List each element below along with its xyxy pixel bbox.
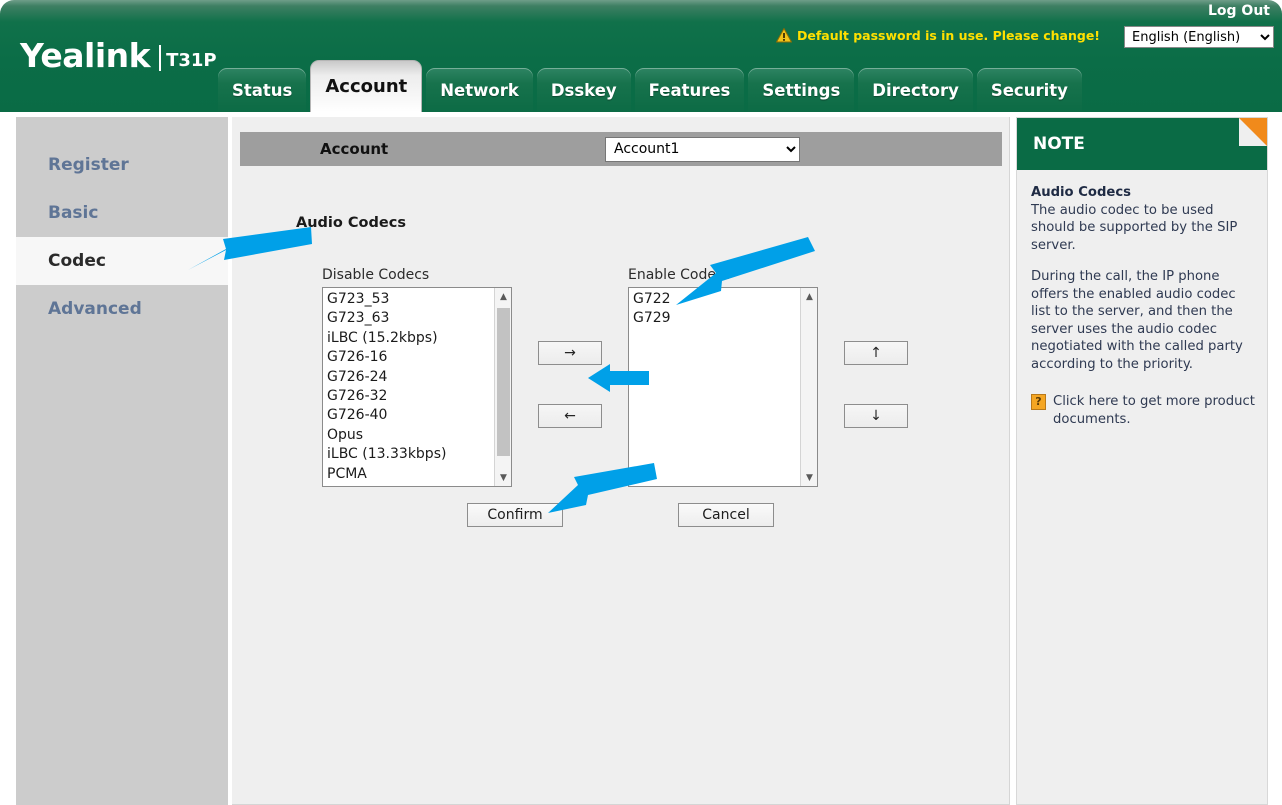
note-text-1: The audio codec to be used should be sup… <box>1031 202 1238 253</box>
sidebar-item-advanced[interactable]: Advanced <box>16 285 228 333</box>
note-fold-corner-icon <box>1239 118 1267 146</box>
move-to-disable-button[interactable]: ← <box>538 404 602 428</box>
warning-text: Default password is in use. Please chang… <box>796 28 1100 43</box>
tab-account[interactable]: Account <box>310 60 423 112</box>
tab-settings[interactable]: Settings <box>748 68 855 112</box>
device-model: T31P <box>166 50 217 71</box>
note-title: NOTE <box>1033 134 1085 154</box>
main-tab-bar: Status Account Network Dsskey Features S… <box>218 60 1082 112</box>
scroll-up-icon[interactable]: ▲ <box>495 288 511 305</box>
cancel-button[interactable]: Cancel <box>678 503 774 527</box>
account-select[interactable]: Account1 <box>605 136 800 162</box>
disable-list-scrollbar[interactable]: ▲ ▼ <box>494 288 511 486</box>
note-text-2: During the call, the IP phone offers the… <box>1031 269 1243 372</box>
scroll-down-icon[interactable]: ▼ <box>801 469 817 486</box>
note-body: Audio Codecs The audio codec to be used … <box>1017 170 1267 428</box>
product-documents-link[interactable]: ? Click here to get more product documen… <box>1031 393 1255 428</box>
logo-divider <box>159 45 162 71</box>
disable-codecs-items: G723_53 G723_63 iLBC (15.2kbps) G726-16 … <box>323 288 494 486</box>
list-item[interactable]: G729 <box>632 309 800 328</box>
move-up-button[interactable]: ↑ <box>844 341 908 365</box>
enable-codecs-items: G722 G729 <box>629 288 800 486</box>
brand-logo: Yealink T31P <box>20 36 217 75</box>
list-item[interactable]: G722 <box>632 290 800 309</box>
enable-list-scrollbar[interactable]: ▲ ▼ <box>800 288 817 486</box>
enable-codecs-listbox[interactable]: G722 G729 ▲ ▼ <box>628 287 818 487</box>
yealink-web-ui: Yealink T31P Log Out Default password is … <box>0 0 1282 805</box>
audio-codecs-heading: Audio Codecs <box>296 215 406 231</box>
account-sidebar: Register Basic Codec Advanced <box>16 117 228 805</box>
tab-directory[interactable]: Directory <box>858 68 973 112</box>
disable-codecs-label: Disable Codecs <box>322 267 430 283</box>
list-item[interactable]: G723_53 <box>326 290 494 309</box>
list-item[interactable]: Opus <box>326 426 494 445</box>
list-item[interactable]: PCMA <box>326 465 494 484</box>
disable-codecs-listbox[interactable]: G723_53 G723_63 iLBC (15.2kbps) G726-16 … <box>322 287 512 487</box>
tab-dsskey[interactable]: Dsskey <box>536 68 631 112</box>
note-paragraph-1: Audio Codecs The audio codec to be used … <box>1031 184 1255 254</box>
tab-status[interactable]: Status <box>218 68 307 112</box>
default-password-warning: Default password is in use. Please chang… <box>775 27 1100 43</box>
tab-features[interactable]: Features <box>634 68 745 112</box>
enable-codecs-label: Enable Codecs <box>628 267 731 283</box>
note-heading: Audio Codecs <box>1031 185 1131 200</box>
brand-name: Yealink <box>20 36 151 75</box>
note-panel: NOTE Audio Codecs The audio codec to be … <box>1016 117 1268 805</box>
warning-triangle-icon <box>775 27 793 43</box>
move-to-enable-button[interactable]: → <box>538 341 602 365</box>
product-documents-link-label: Click here to get more product documents… <box>1053 394 1255 427</box>
language-select[interactable]: English (English) <box>1124 26 1274 48</box>
list-item[interactable]: G726-24 <box>326 368 494 387</box>
scroll-down-icon[interactable]: ▼ <box>495 469 511 486</box>
note-paragraph-2: During the call, the IP phone offers the… <box>1031 268 1255 373</box>
list-item[interactable]: G723_63 <box>326 309 494 328</box>
account-selector-bar: Account Account1 <box>240 132 1002 166</box>
list-item[interactable]: iLBC (13.33kbps) <box>326 445 494 464</box>
move-down-button[interactable]: ↓ <box>844 404 908 428</box>
sidebar-item-register[interactable]: Register <box>16 141 228 189</box>
list-item[interactable]: G726-16 <box>326 348 494 367</box>
help-document-icon: ? <box>1031 394 1046 410</box>
page-header: Yealink T31P Log Out Default password is … <box>0 0 1282 112</box>
tab-security[interactable]: Security <box>976 68 1082 112</box>
scroll-up-icon[interactable]: ▲ <box>801 288 817 305</box>
tab-network[interactable]: Network <box>426 68 533 112</box>
sidebar-item-basic[interactable]: Basic <box>16 189 228 237</box>
page-body: Register Basic Codec Advanced Account Ac… <box>0 112 1282 805</box>
confirm-button[interactable]: Confirm <box>467 503 563 527</box>
list-item[interactable]: iLBC (15.2kbps) <box>326 329 494 348</box>
list-item[interactable]: G726-32 <box>326 387 494 406</box>
list-item[interactable]: G726-40 <box>326 406 494 425</box>
account-label: Account <box>320 140 389 158</box>
codec-settings-panel: Account Account1 Audio Codecs Disable Co… <box>232 117 1010 805</box>
logout-link[interactable]: Log Out <box>1208 3 1270 19</box>
scrollbar-thumb[interactable] <box>497 308 510 456</box>
sidebar-item-codec[interactable]: Codec <box>16 237 228 285</box>
note-header: NOTE <box>1017 118 1267 170</box>
